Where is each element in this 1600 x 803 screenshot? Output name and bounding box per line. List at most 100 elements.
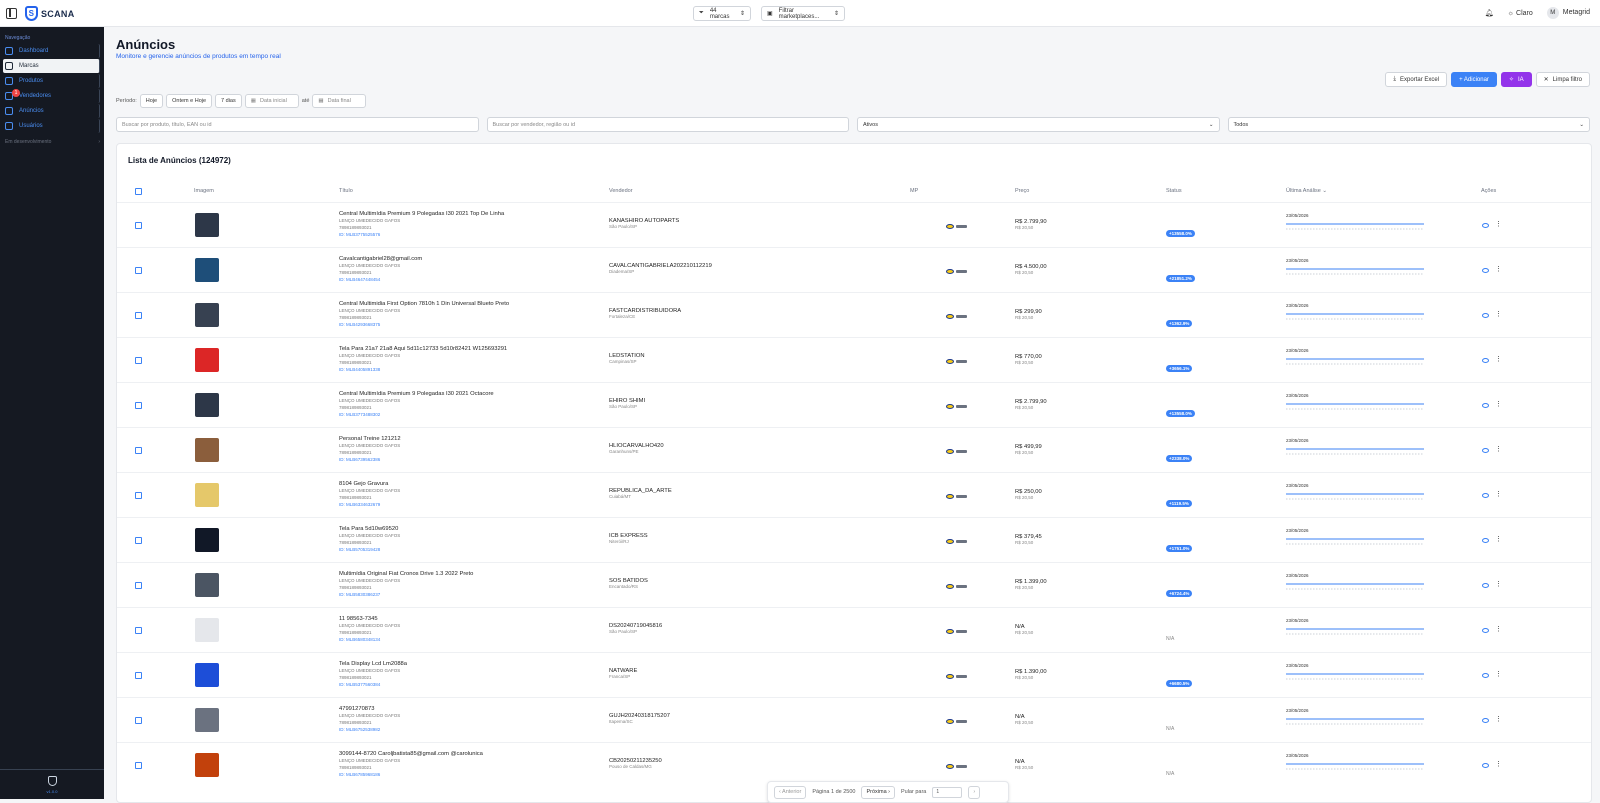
row-checkbox[interactable]: [135, 222, 142, 229]
listing-id[interactable]: ID: MLB6752538982: [339, 726, 589, 733]
seller-search-input[interactable]: Buscar por vendedor, região ou id: [486, 117, 849, 132]
more-options-icon[interactable]: ⋮: [1495, 491, 1502, 498]
view-eye-icon[interactable]: [1482, 538, 1489, 543]
product-thumbnail[interactable]: [195, 303, 219, 327]
sidebar-item-marcas[interactable]: Marcas: [3, 59, 100, 73]
row-checkbox[interactable]: [135, 357, 142, 364]
period-today-button[interactable]: Hoje: [139, 94, 164, 108]
row-checkbox[interactable]: [135, 447, 142, 454]
product-thumbnail[interactable]: [195, 258, 219, 282]
product-thumbnail[interactable]: [195, 483, 219, 507]
logo[interactable]: S SCANA: [25, 6, 75, 21]
table-row[interactable]: Central Multimídia Premium 9 Polegadas I…: [117, 202, 1591, 247]
row-checkbox[interactable]: [135, 582, 142, 589]
clear-filter-button[interactable]: ✕ Limpa filtro: [1535, 72, 1590, 87]
period-7days-button[interactable]: 7 dias: [215, 94, 242, 108]
table-row[interactable]: 8104 Gejo Gravura LENÇO UMEDECIDO GAFOS 78…: [117, 472, 1591, 517]
listing-id[interactable]: ID: MLB6334632679: [339, 501, 589, 508]
view-eye-icon[interactable]: [1482, 673, 1489, 678]
header-seller[interactable]: Vendedor: [609, 188, 633, 194]
jump-page-input[interactable]: 1: [932, 786, 963, 798]
header-price[interactable]: Preço: [1015, 188, 1029, 194]
listing-id[interactable]: ID: MLB5705319428: [339, 546, 589, 553]
sidebar-dev-section[interactable]: Em desenvolvimento ›: [0, 134, 100, 145]
table-row[interactable]: Tela Para 21a7 21a8 Aqui 5d11c12733 5d10…: [117, 337, 1591, 382]
more-options-icon[interactable]: ⋮: [1495, 671, 1502, 678]
marketplace-filter[interactable]: ▣ Filtrar marketplaces... ⇕: [761, 6, 845, 21]
ia-button[interactable]: ✧ IA: [1500, 72, 1532, 87]
select-all-checkbox[interactable]: [135, 188, 142, 195]
view-eye-icon[interactable]: [1482, 493, 1489, 498]
export-excel-button[interactable]: ⤓ Exportar Excel: [1385, 72, 1448, 87]
row-checkbox[interactable]: [135, 762, 142, 769]
more-options-icon[interactable]: ⋮: [1495, 716, 1502, 723]
row-checkbox[interactable]: [135, 537, 142, 544]
more-options-icon[interactable]: ⋮: [1495, 266, 1502, 273]
product-thumbnail[interactable]: [195, 393, 219, 417]
view-eye-icon[interactable]: [1482, 448, 1489, 453]
header-status[interactable]: Status: [1166, 188, 1182, 194]
product-thumbnail[interactable]: [195, 438, 219, 462]
table-row[interactable]: Tela Para 5d10w69520 LENÇO UMEDECIDO GAFO…: [117, 517, 1591, 562]
listing-id[interactable]: ID: MLB6580348134: [339, 636, 589, 643]
table-row[interactable]: Multimídia Original Fiat Cronos Drive 1.…: [117, 562, 1591, 607]
view-eye-icon[interactable]: [1482, 358, 1489, 363]
table-row[interactable]: 47991270873 LENÇO UMEDECIDO GAFOS 78981898…: [117, 697, 1591, 742]
view-eye-icon[interactable]: [1482, 223, 1489, 228]
theme-toggle[interactable]: ☼ Claro: [1508, 10, 1533, 17]
row-checkbox[interactable]: [135, 627, 142, 634]
more-options-icon[interactable]: ⋮: [1495, 311, 1502, 318]
add-button[interactable]: + Adicionar: [1451, 72, 1497, 87]
table-row[interactable]: 11 98563-7345 LENÇO UMEDECIDO GAFOS 789818…: [117, 607, 1591, 652]
sidebar-item-usuarios[interactable]: Usuários: [3, 119, 100, 133]
sidebar-toggle-icon[interactable]: [6, 8, 17, 19]
row-checkbox[interactable]: [135, 267, 142, 274]
bell-icon[interactable]: 🔔︎: [1485, 9, 1494, 17]
more-options-icon[interactable]: ⋮: [1495, 221, 1502, 228]
end-date-input[interactable]: ▦ Data final: [312, 94, 367, 108]
product-thumbnail[interactable]: [195, 708, 219, 732]
product-search-input[interactable]: Buscar por produto, título, EAN ou id: [116, 117, 479, 132]
view-eye-icon[interactable]: [1482, 403, 1489, 408]
more-options-icon[interactable]: ⋮: [1495, 401, 1502, 408]
more-options-icon[interactable]: ⋮: [1495, 446, 1502, 453]
more-options-icon[interactable]: ⋮: [1495, 536, 1502, 543]
all-select[interactable]: Todos ⌄: [1227, 117, 1590, 132]
view-eye-icon[interactable]: [1482, 313, 1489, 318]
row-checkbox[interactable]: [135, 492, 142, 499]
view-eye-icon[interactable]: [1482, 628, 1489, 633]
more-options-icon[interactable]: ⋮: [1495, 761, 1502, 768]
view-eye-icon[interactable]: [1482, 718, 1489, 723]
sidebar-item-anuncios[interactable]: Anúncios: [3, 104, 100, 118]
product-thumbnail[interactable]: [195, 348, 219, 372]
product-thumbnail[interactable]: [195, 528, 219, 552]
table-row[interactable]: Cavalcantigabriel28@gmail.com LENÇO UMEDE…: [117, 247, 1591, 292]
prev-page-button[interactable]: ‹ Anterior: [774, 785, 807, 799]
sidebar-item-vendedores[interactable]: 1 Vendedores: [3, 89, 100, 103]
row-checkbox[interactable]: [135, 402, 142, 409]
sidebar-item-produtos[interactable]: Produtos: [3, 74, 100, 88]
listing-id[interactable]: ID: MLB3775525576: [339, 231, 589, 238]
header-title[interactable]: Título: [339, 188, 353, 194]
listing-id[interactable]: ID: MLB4647448454: [339, 276, 589, 283]
listing-id[interactable]: ID: MLB3773488302: [339, 411, 589, 418]
product-thumbnail[interactable]: [195, 753, 219, 777]
table-row[interactable]: Central Multimidia First Option 7810h 1 …: [117, 292, 1591, 337]
start-date-input[interactable]: ▦ Data inicial: [244, 94, 299, 108]
table-row[interactable]: Central Multimídia Premium 9 Polegadas I…: [117, 382, 1591, 427]
listing-id[interactable]: ID: MLB6785968186: [339, 771, 589, 778]
row-checkbox[interactable]: [135, 672, 142, 679]
listing-id[interactable]: ID: MLB5377560384: [339, 681, 589, 688]
brands-filter[interactable]: ⏷ 44 marcas ⇕: [693, 6, 751, 21]
table-row[interactable]: Personal Treine 121212 LENÇO UMEDECIDO GA…: [117, 427, 1591, 472]
view-eye-icon[interactable]: [1482, 763, 1489, 768]
period-yesterday-today-button[interactable]: Ontem e Hoje: [166, 94, 213, 108]
row-checkbox[interactable]: [135, 312, 142, 319]
user-menu[interactable]: M Metagrid: [1546, 7, 1590, 19]
sidebar-item-dashboard[interactable]: Dashboard: [3, 44, 100, 58]
table-row[interactable]: Tela Display Lcd Lm2088a LENÇO UMEDECIDO …: [117, 652, 1591, 697]
active-select[interactable]: Ativos ⌄: [857, 117, 1220, 132]
more-options-icon[interactable]: ⋮: [1495, 626, 1502, 633]
more-options-icon[interactable]: ⋮: [1495, 356, 1502, 363]
listing-id[interactable]: ID: MLB6739562386: [339, 456, 589, 463]
